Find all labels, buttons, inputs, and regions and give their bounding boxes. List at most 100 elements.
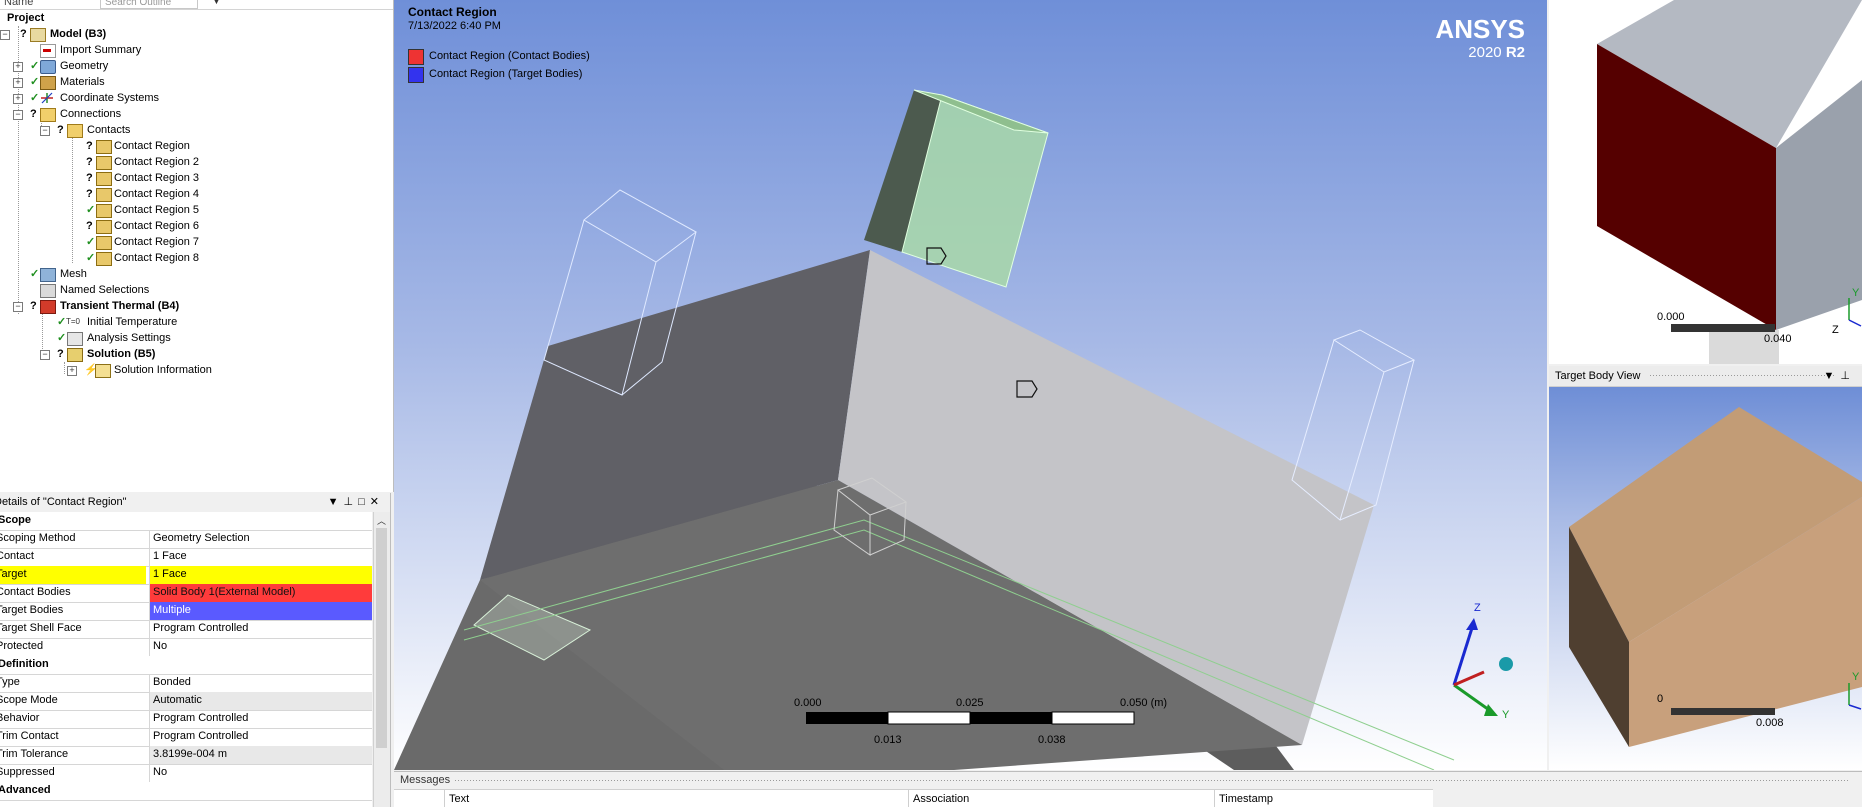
details-row-contact-bodies[interactable]: Contact Bodies Solid Body 1(External Mod…: [0, 584, 372, 603]
checkmark-icon: ✓: [86, 204, 96, 216]
pin-icon[interactable]: ⊥: [344, 496, 359, 508]
details-title-bar: Details of "Contact Region" ▼⊥□✕: [0, 493, 390, 511]
details-row-behavior[interactable]: Behavior Program Controlled: [0, 710, 372, 729]
contact-region-icon: [96, 252, 112, 266]
outline-search-input[interactable]: Search Outline: [100, 0, 198, 9]
legend-swatch-blue: [408, 67, 424, 83]
question-mark-icon: ?: [86, 172, 93, 184]
scale-bar: [1671, 324, 1775, 332]
pin-icon[interactable]: ⊥: [1840, 370, 1856, 382]
details-row-scope-mode[interactable]: Scope Mode Automatic: [0, 692, 372, 711]
details-row-target[interactable]: Target 1 Face: [0, 566, 372, 585]
checkmark-icon: ✓: [30, 92, 40, 104]
messages-title: Messages: [400, 774, 451, 786]
contact-region-icon: [96, 156, 112, 170]
scale-label: 0.038: [1038, 734, 1066, 746]
question-mark-icon: ?: [20, 28, 27, 40]
scale-bar: [1671, 708, 1775, 715]
details-row-contact[interactable]: Contact 1 Face: [0, 548, 372, 567]
details-row-trim-contact[interactable]: Trim Contact Program Controlled: [0, 728, 372, 747]
contact-body-view[interactable]: 0.000 0.040 Y Z: [1549, 0, 1862, 364]
model-geometry-render[interactable]: [394, 0, 1547, 770]
question-mark-icon: ?: [86, 220, 93, 232]
tree-guide: [72, 135, 73, 263]
collapse-icon[interactable]: −: [13, 110, 23, 120]
outline-header: Name Search Outline ▼: [0, 0, 393, 10]
legend-swatch-red: [408, 49, 424, 65]
contact-region-icon: [96, 220, 112, 234]
details-row-target-shell-face[interactable]: Target Shell Face Program Controlled: [0, 620, 372, 639]
target-prism-left[interactable]: [583, 189, 697, 263]
target-prism-right[interactable]: [1332, 329, 1416, 373]
scroll-up-icon[interactable]: ︿: [377, 514, 386, 527]
dropdown-icon[interactable]: ▼: [328, 496, 344, 508]
details-row-target-bodies[interactable]: Target Bodies Multiple: [0, 602, 372, 621]
column-header-timestamp[interactable]: Timestamp: [1214, 790, 1429, 807]
contact-body-render[interactable]: [1549, 0, 1862, 364]
solution-information-icon: [95, 364, 111, 378]
scale-label-left: 0: [1657, 693, 1664, 705]
details-section-advanced[interactable]: Advanced: [0, 782, 372, 801]
scale-label: 0.000: [794, 697, 822, 709]
dropdown-icon[interactable]: ▼: [1824, 370, 1841, 382]
contact-region-icon: [96, 204, 112, 218]
column-header-text[interactable]: Text: [444, 790, 889, 807]
question-mark-icon: ?: [57, 124, 64, 136]
expand-icon[interactable]: +: [67, 366, 77, 376]
checkmark-icon: ✓: [57, 332, 67, 344]
question-mark-icon: ?: [30, 108, 37, 120]
expand-icon[interactable]: +: [13, 94, 23, 104]
scale-label-right: 0.008: [1756, 717, 1784, 729]
axis-y-label: Y: [1852, 671, 1860, 683]
checkmark-icon: ✓: [30, 268, 40, 280]
transient-thermal-icon: [40, 300, 56, 314]
chevron-down-icon[interactable]: ▼: [212, 0, 221, 6]
axis-y-label: Y: [1852, 287, 1860, 299]
scale-bar-segment: [1051, 711, 1135, 725]
details-row-scoping-method[interactable]: Scoping Method Geometry Selection: [0, 530, 372, 549]
scale-label-right: 0.040: [1764, 333, 1792, 345]
solution-icon: [67, 348, 83, 362]
axis-y-label: Y: [1502, 709, 1510, 721]
target-view-toolbar: ▼⊥: [1824, 366, 1856, 386]
collapse-icon[interactable]: −: [0, 30, 10, 40]
details-toolbar: ▼⊥□✕: [328, 493, 384, 511]
target-body-view-title: Target Body View: [1555, 370, 1641, 382]
details-row-trim-tolerance[interactable]: Trim Tolerance 3.8199e-004 m: [0, 746, 372, 765]
analysis-settings-icon: [67, 332, 83, 346]
scale-label: 0.050 (m): [1120, 697, 1168, 709]
axis-z-label: Z: [1832, 324, 1839, 336]
graphics-viewport[interactable]: Contact Region 7/13/2022 6:40 PM Contact…: [394, 0, 1547, 770]
outline-tree-panel: Name Search Outline ▼ Project − ? Model …: [0, 0, 394, 492]
contacts-folder-icon: [67, 124, 83, 138]
scrollbar-thumb[interactable]: [376, 528, 387, 748]
details-section-scope[interactable]: Scope: [0, 512, 372, 531]
scale-label: 0.025: [956, 697, 984, 709]
ansys-mechanical-window: Name Search Outline ▼ Project − ? Model …: [0, 0, 1862, 807]
question-mark-icon: ?: [86, 188, 93, 200]
expand-icon[interactable]: +: [13, 62, 23, 72]
column-header-association[interactable]: Association: [908, 790, 1193, 807]
viewport-title: Contact Region: [408, 5, 497, 19]
details-section-definition[interactable]: Definition: [0, 656, 372, 675]
details-row-protected[interactable]: Protected No: [0, 638, 372, 657]
model-icon: [30, 28, 46, 42]
contact-region-icon: [96, 172, 112, 186]
expand-icon[interactable]: +: [13, 78, 23, 88]
close-icon[interactable]: ✕: [370, 496, 384, 508]
details-table: Scope Scoping Method Geometry Selection …: [0, 512, 372, 807]
axis-triad[interactable]: [1452, 618, 1513, 716]
scale-label-left: 0.000: [1657, 311, 1685, 323]
collapse-icon[interactable]: −: [40, 126, 50, 136]
target-body-view[interactable]: Target Body View ▼⊥ 0 0.008 Y: [1549, 366, 1862, 770]
details-scrollbar[interactable]: ︿: [373, 512, 390, 807]
collapse-icon[interactable]: −: [40, 350, 50, 360]
details-row-suppressed[interactable]: Suppressed No: [0, 764, 372, 783]
target-body-canvas[interactable]: 0 0.008 Y: [1549, 387, 1862, 770]
scale-bar-segment: [887, 711, 971, 725]
tree-guide: [64, 362, 65, 374]
details-row-type[interactable]: Type Bonded: [0, 674, 372, 693]
target-body-render[interactable]: [1549, 387, 1862, 770]
collapse-icon[interactable]: −: [13, 302, 23, 312]
maximize-icon[interactable]: □: [358, 496, 370, 508]
